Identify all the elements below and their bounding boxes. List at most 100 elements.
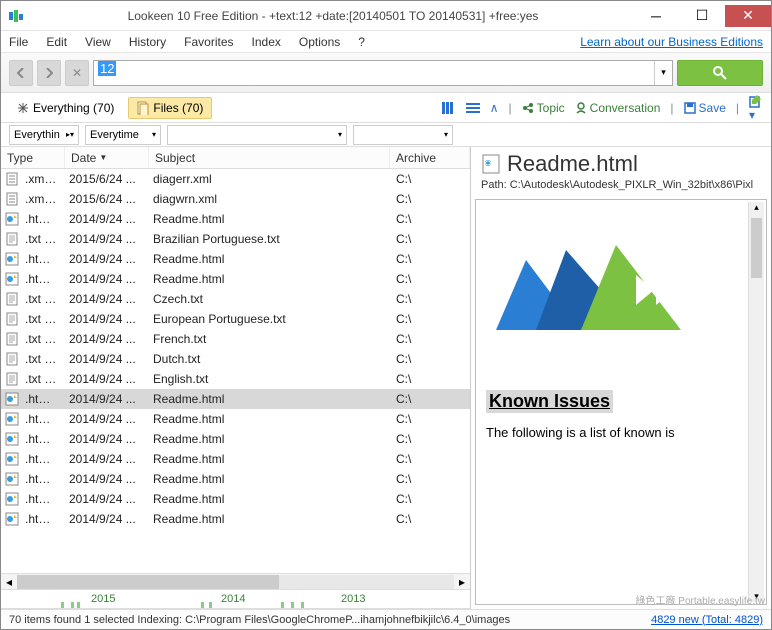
cell-archive: C:\ [390,212,470,226]
cell-archive: C:\ [390,232,470,246]
search-button[interactable] [677,60,763,86]
menu-edit[interactable]: Edit [46,35,67,49]
table-row[interactable]: .txt File2014/9/24 ...English.txtC:\ [1,369,470,389]
nav-back-button[interactable] [9,60,33,86]
nav-cancel-button[interactable]: ✕ [65,60,89,86]
cell-date: 2014/9/24 ... [63,272,147,286]
business-editions-link[interactable]: Learn about our Business Editions [580,35,763,49]
txt-file-icon [5,232,19,246]
table-row[interactable]: .html ...2014/9/24 ...Readme.htmlC:\ [1,269,470,289]
search-icon [712,65,728,81]
html-file-icon [5,452,19,466]
html-file-icon [5,272,19,286]
cell-date: 2014/9/24 ... [63,412,147,426]
cell-type: .html ... [19,452,63,466]
conversation-button[interactable]: Conversation [575,101,661,115]
tab-everything-label: Everything (70) [33,101,114,115]
menu-history[interactable]: History [129,35,166,49]
menu-options[interactable]: Options [299,35,340,49]
cell-date: 2014/9/24 ... [63,252,147,266]
cell-subject: French.txt [147,332,390,346]
menu-help[interactable]: ? [358,35,365,49]
html-file-icon [5,212,19,226]
table-row[interactable]: .html ...2014/9/24 ...Readme.htmlC:\ [1,389,470,409]
column-filter-row: Everythin▸▾ Everytime▾ ▾ ▾ [1,123,771,147]
tab-everything[interactable]: Everything (70) [9,98,122,118]
save-button[interactable]: Save [684,101,726,115]
txt-file-icon [5,292,19,306]
close-button[interactable]: ✕ [725,5,771,27]
cell-date: 2014/9/24 ... [63,452,147,466]
col-date[interactable]: Date ▼ [65,147,149,168]
filter-date-dropdown[interactable]: Everytime▾ [85,125,161,145]
filter-archive-dropdown[interactable]: ▾ [353,125,453,145]
table-row[interactable]: .txt File2014/9/24 ...French.txtC:\ [1,329,470,349]
menu-index[interactable]: Index [252,35,281,49]
search-input[interactable]: 12 [94,61,654,85]
cell-date: 2015/6/24 ... [63,192,147,206]
preview-logo [486,230,686,350]
table-row[interactable]: .html ...2014/9/24 ...Readme.htmlC:\ [1,449,470,469]
cell-date: 2014/9/24 ... [63,512,147,526]
table-row[interactable]: .xml File2015/6/24 ...diagerr.xmlC:\ [1,169,470,189]
cell-archive: C:\ [390,192,470,206]
cell-date: 2014/9/24 ... [63,212,147,226]
table-row[interactable]: .txt File2014/9/24 ...Dutch.txtC:\ [1,349,470,369]
xml-file-icon [5,172,19,186]
table-row[interactable]: .html ...2014/9/24 ...Readme.htmlC:\ [1,489,470,509]
conversation-icon [575,102,587,114]
nav-forward-button[interactable] [37,60,61,86]
edit-button[interactable]: ▾ [749,94,763,122]
filter-toolbar: Everything (70) Files (70) ∧ | Topic Con… [1,93,771,123]
table-row[interactable]: .html ...2014/9/24 ...Readme.htmlC:\ [1,209,470,229]
topic-button[interactable]: Topic [522,101,565,115]
tab-files[interactable]: Files (70) [128,97,212,119]
menu-favorites[interactable]: Favorites [184,35,233,49]
menu-view[interactable]: View [85,35,111,49]
filter-subject-dropdown[interactable]: ▾ [167,125,347,145]
cell-type: .txt File [19,352,63,366]
cell-subject: English.txt [147,372,390,386]
view-list-icon[interactable] [442,102,456,114]
table-row[interactable]: .txt File2014/9/24 ...Czech.txtC:\ [1,289,470,309]
table-row[interactable]: .html ...2014/9/24 ...Readme.htmlC:\ [1,509,470,529]
table-row[interactable]: .html ...2014/9/24 ...Readme.htmlC:\ [1,409,470,429]
col-type[interactable]: Type [1,147,65,168]
cell-date: 2014/9/24 ... [63,312,147,326]
maximize-button[interactable]: ☐ [679,5,725,27]
horizontal-scrollbar[interactable]: ◂ ▸ [1,573,470,589]
search-dropdown[interactable]: ▾ [654,61,672,85]
preview-body[interactable]: Known Issues The following is a list of … [475,199,767,605]
table-row[interactable]: .xml File2015/6/24 ...diagwrn.xmlC:\ [1,189,470,209]
cell-archive: C:\ [390,452,470,466]
table-row[interactable]: .html ...2014/9/24 ...Readme.htmlC:\ [1,429,470,449]
cell-archive: C:\ [390,432,470,446]
cell-subject: Readme.html [147,212,390,226]
cell-archive: C:\ [390,512,470,526]
minimize-button[interactable]: ─ [633,5,679,27]
table-row[interactable]: .txt File2014/9/24 ...European Portugues… [1,309,470,329]
filter-type-dropdown[interactable]: Everythin▸▾ [9,125,79,145]
status-new-link[interactable]: 4829 new (Total: 4829) [651,614,763,626]
collapse-icon[interactable]: ∧ [490,101,499,115]
table-header: Type Date ▼ Subject Archive [1,147,470,169]
html-file-icon [5,252,19,266]
col-subject[interactable]: Subject [149,147,390,168]
cell-archive: C:\ [390,312,470,326]
view-lines-icon[interactable] [466,102,480,114]
preview-text: The following is a list of known is [486,425,756,440]
table-row[interactable]: .html ...2014/9/24 ...Readme.htmlC:\ [1,249,470,269]
cell-date: 2014/9/24 ... [63,372,147,386]
status-text: 70 items found 1 selected Indexing: C:\P… [9,614,510,626]
col-archive[interactable]: Archive [390,147,470,168]
timeline[interactable]: 2015 2014 2013 [1,589,470,609]
preview-scrollbar[interactable]: ▴ ▾ [748,202,764,602]
table-row[interactable]: .txt File2014/9/24 ...Brazilian Portugue… [1,229,470,249]
table-body[interactable]: .xml File2015/6/24 ...diagerr.xmlC:\.xml… [1,169,470,573]
everything-icon [17,102,29,114]
cell-archive: C:\ [390,472,470,486]
table-row[interactable]: .html ...2014/9/24 ...Readme.htmlC:\ [1,469,470,489]
cell-subject: Readme.html [147,412,390,426]
menu-file[interactable]: File [9,35,28,49]
app-icon [9,8,25,24]
